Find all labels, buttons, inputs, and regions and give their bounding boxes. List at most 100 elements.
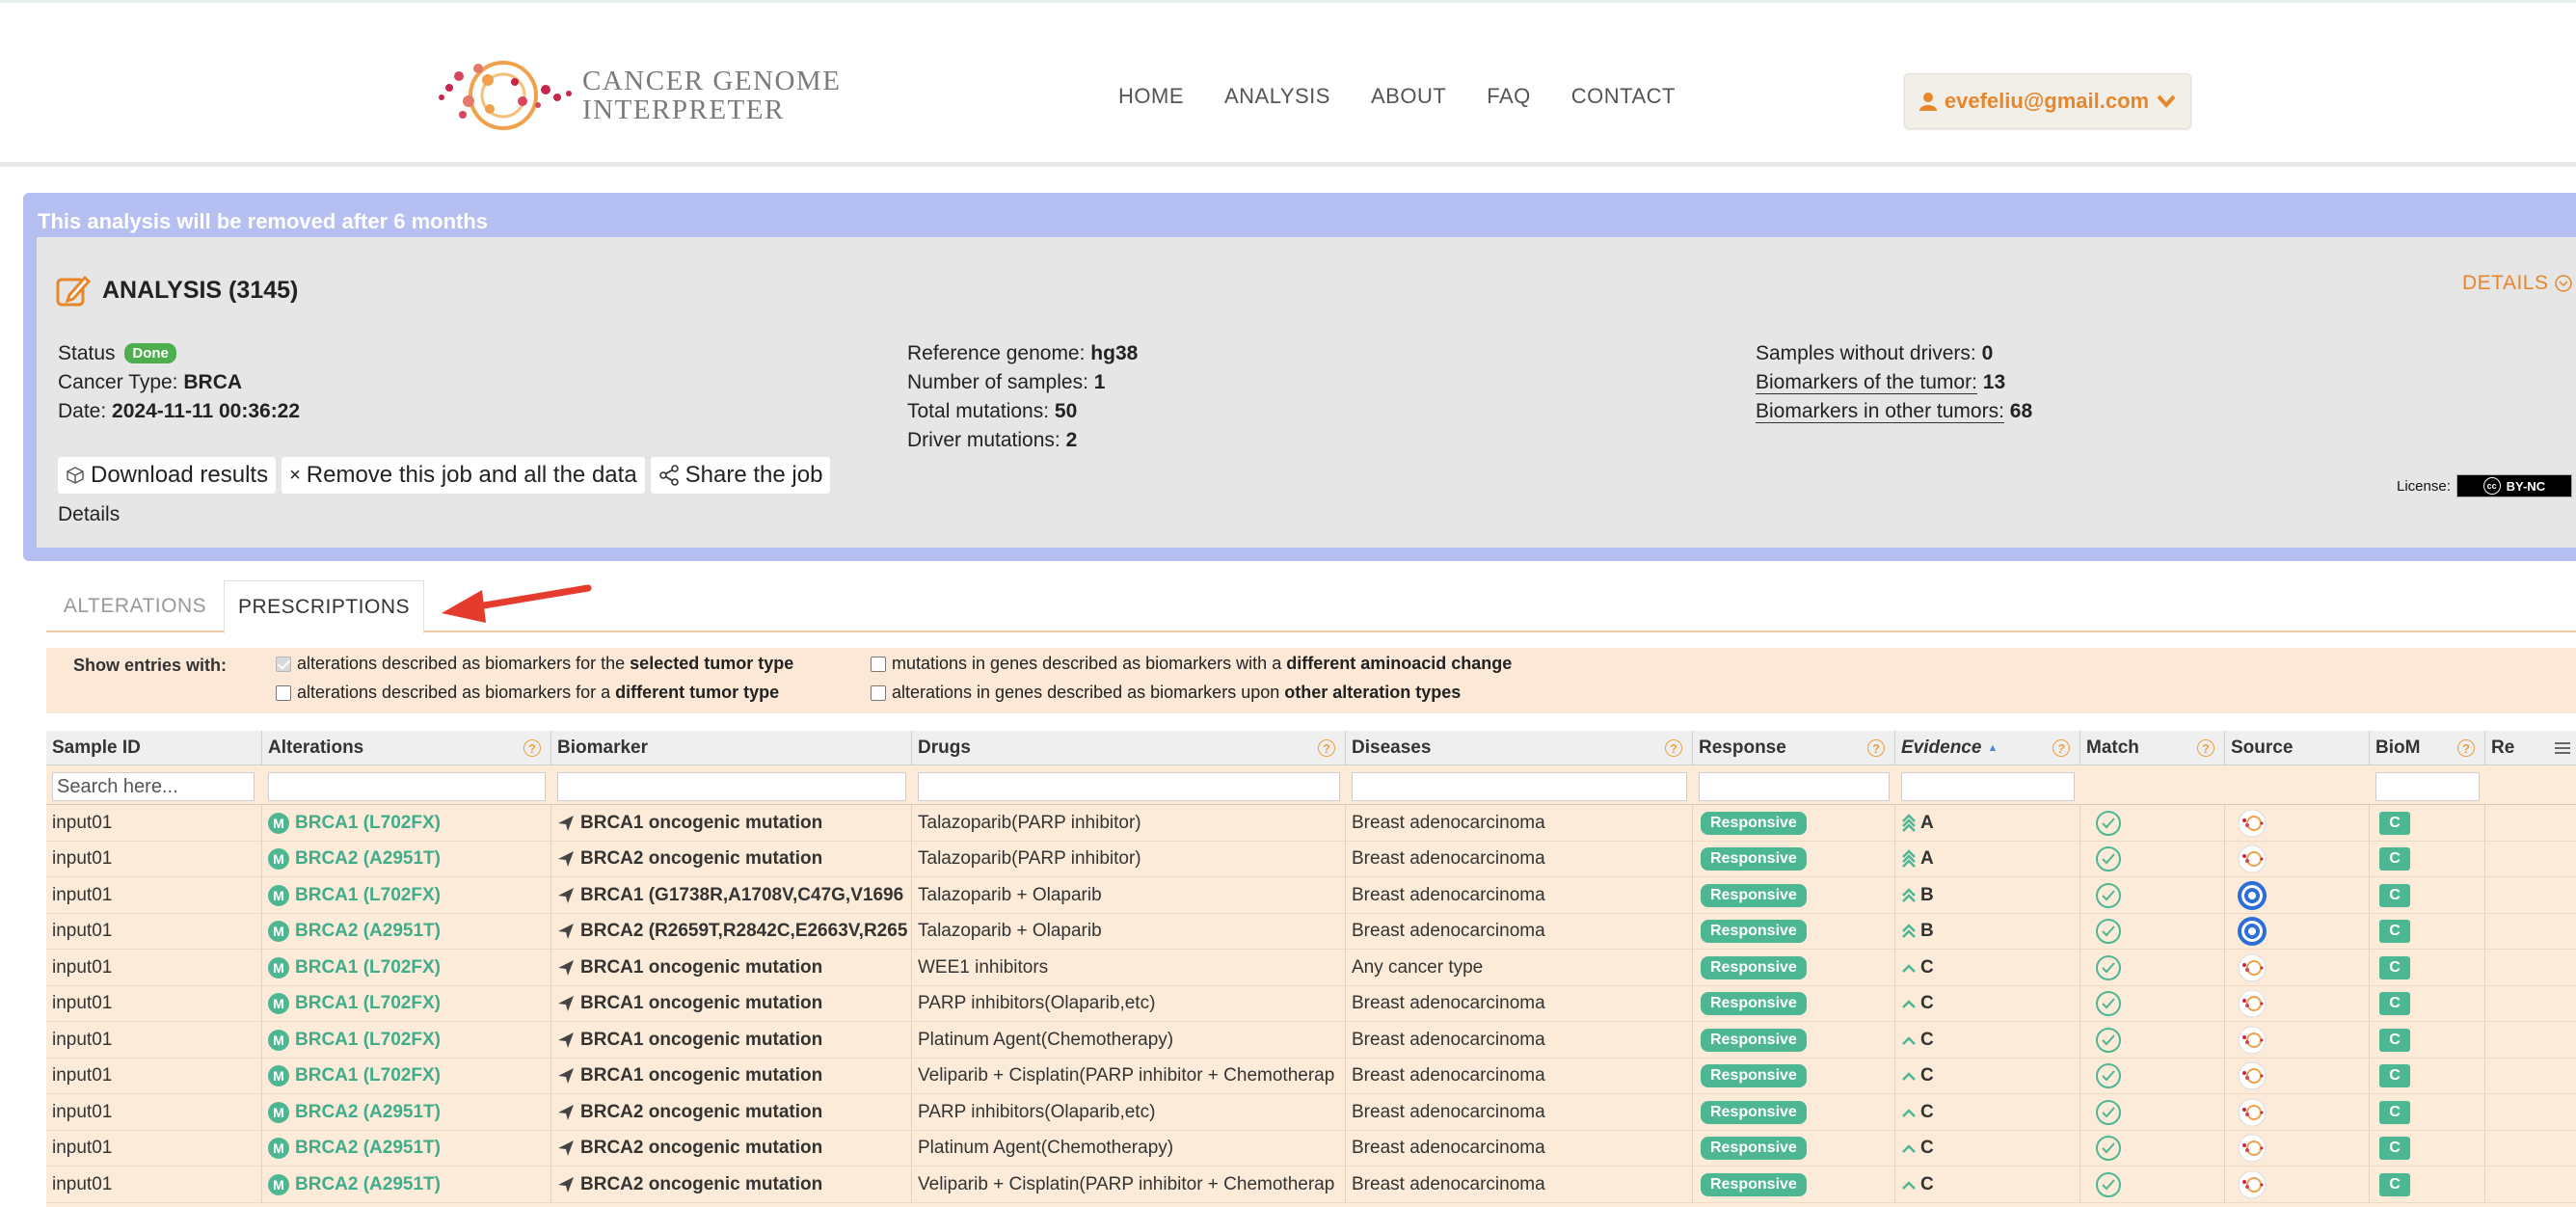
table-row[interactable]: input01 M BRCA2 (A2951T) BRCA2 oncogenic mu… — [46, 1167, 2576, 1203]
logo[interactable]: CANCER GENOME INTERPRETER — [430, 47, 854, 144]
help-icon[interactable]: ? — [1318, 739, 1335, 757]
filter-selected-tumor-bold: selected tumor type — [630, 654, 794, 673]
cell-alteration[interactable]: M BRCA1 (L702FX) — [262, 1058, 551, 1094]
drugs-filter-input[interactable] — [918, 772, 1340, 801]
table-row[interactable]: input01 M BRCA1 (L702FX) BRCA1 oncogenic mu… — [46, 950, 2576, 986]
cell-drugs: Talazoparib + Olaparib — [912, 877, 1346, 914]
biomarkers-tumor-link[interactable]: Biomarkers of the tumor: — [1756, 371, 1977, 394]
filter-other-alteration[interactable]: alterations in genes described as biomar… — [871, 683, 1461, 703]
cell-alteration[interactable]: M BRCA2 (A2951T) — [262, 841, 551, 877]
civic-icon[interactable] — [2237, 1097, 2267, 1128]
filter-different-aminoacid[interactable]: mutations in genes described as biomarke… — [871, 654, 1512, 674]
response-filter-input[interactable] — [1699, 772, 1890, 801]
table-row[interactable]: input01 M BRCA1 (L702FX) BRCA1 oncogenic mu… — [46, 1058, 2576, 1094]
col-sample-id[interactable]: Sample ID — [46, 731, 262, 765]
civic-icon[interactable] — [2237, 1025, 2267, 1056]
alteration-label: BRCA2 (A2951T) — [295, 848, 441, 870]
nav-about[interactable]: ABOUT — [1371, 84, 1446, 109]
details-label[interactable]: Details — [58, 503, 120, 526]
col-source[interactable]: Source — [2225, 731, 2370, 765]
cell-biom: C — [2370, 877, 2485, 914]
diseases-filter-input[interactable] — [1352, 772, 1687, 801]
cell-biomarker: BRCA2 oncogenic mutation — [551, 841, 912, 877]
cell-alteration[interactable]: M BRCA1 (L702FX) — [262, 1022, 551, 1059]
table-row[interactable]: input01 M BRCA1 (L702FX) BRCA1 oncogenic mu… — [46, 985, 2576, 1022]
evidence-level-c-icon — [1902, 963, 1916, 973]
help-icon[interactable]: ? — [2053, 739, 2070, 757]
checkbox[interactable] — [276, 684, 291, 701]
cell-alteration[interactable]: M BRCA1 (L702FX) — [262, 877, 551, 914]
tab-prescriptions[interactable]: PRESCRIPTIONS — [224, 580, 424, 634]
col-diseases[interactable]: Diseases? — [1346, 731, 1693, 765]
biomarkers-other-line: Biomarkers in other tumors: 68 — [1756, 397, 2032, 426]
user-menu-button[interactable]: evefeliu@gmail.com — [1904, 73, 2191, 129]
civic-icon[interactable] — [2237, 988, 2267, 1019]
total-mutations-line: Total mutations: 50 — [907, 397, 1138, 426]
biom-badge: C — [2379, 847, 2410, 872]
nav-faq[interactable]: FAQ — [1487, 84, 1531, 109]
cc-license-badge[interactable]: cc BY-NC — [2455, 474, 2572, 497]
sample-search-input[interactable] — [52, 772, 255, 801]
col-response[interactable]: Response? — [1693, 731, 1895, 765]
col-drugs[interactable]: Drugs? — [912, 731, 1346, 765]
cell-alteration[interactable]: M BRCA2 (A2951T) — [262, 1167, 551, 1203]
table-row[interactable]: input01 M BRCA2 (A2951T) BRCA2 oncogenic mu… — [46, 1094, 2576, 1131]
target-icon[interactable] — [2237, 880, 2267, 911]
table-row[interactable]: input01 M BRCA1 (L702FX) BRCA1 oncogenic mu… — [46, 805, 2576, 842]
biomarkers-other-link[interactable]: Biomarkers in other tumors: — [1756, 400, 2004, 423]
checkbox-checked[interactable] — [276, 656, 291, 672]
cell-match — [2080, 805, 2225, 842]
biomarker-filter-input[interactable] — [557, 772, 906, 801]
filter-different-tumor[interactable]: alterations described as biomarkers for … — [276, 683, 779, 703]
column-menu-icon[interactable] — [2553, 738, 2572, 758]
filter-selected-tumor[interactable]: alterations described as biomarkers for … — [276, 654, 793, 674]
help-icon[interactable]: ? — [2197, 739, 2214, 757]
col-match[interactable]: Match? — [2080, 731, 2225, 765]
cell-alteration[interactable]: M BRCA1 (L702FX) — [262, 985, 551, 1022]
details-toggle[interactable]: DETAILS — [2462, 272, 2573, 295]
col-biom[interactable]: BioM? — [2370, 731, 2485, 765]
civic-icon[interactable] — [2237, 952, 2267, 983]
download-results-button[interactable]: Download results — [58, 457, 277, 494]
help-icon[interactable]: ? — [1867, 739, 1885, 757]
table-row[interactable]: input01 M BRCA2 (A2951T) BRCA2 (R2659T,R284… — [46, 913, 2576, 950]
checkbox[interactable] — [871, 656, 886, 672]
cell-alteration[interactable]: M BRCA2 (A2951T) — [262, 1094, 551, 1131]
status-line: Status Done — [58, 339, 300, 368]
biom-filter-input[interactable] — [2375, 772, 2480, 801]
checkbox[interactable] — [871, 684, 886, 701]
alterations-filter-input[interactable] — [268, 772, 546, 801]
nav-contact[interactable]: CONTACT — [1571, 84, 1676, 109]
tab-alterations[interactable]: ALTERATIONS — [46, 580, 224, 632]
biomarker-label: BRCA1 oncogenic mutation — [580, 956, 823, 978]
share-job-button[interactable]: Share the job — [650, 457, 831, 494]
cell-alteration[interactable]: M BRCA1 (L702FX) — [262, 805, 551, 842]
biom-badge: C — [2379, 811, 2410, 835]
table-row[interactable]: input01 M BRCA2 (A2951T) BRCA2 oncogenic mu… — [46, 841, 2576, 877]
civic-icon[interactable] — [2237, 844, 2267, 874]
help-icon[interactable]: ? — [523, 739, 541, 757]
help-icon[interactable]: ? — [1665, 739, 1682, 757]
cell-alteration[interactable]: M BRCA2 (A2951T) — [262, 1130, 551, 1167]
nav-home[interactable]: HOME — [1118, 84, 1184, 109]
civic-icon[interactable] — [2237, 1133, 2267, 1164]
col-biomarker[interactable]: Biomarker — [551, 731, 912, 765]
cell-alteration[interactable]: M BRCA2 (A2951T) — [262, 913, 551, 950]
cell-re — [2485, 950, 2576, 986]
civic-icon[interactable] — [2237, 1169, 2267, 1200]
civic-icon[interactable] — [2237, 1060, 2267, 1091]
col-alterations[interactable]: Alterations? — [262, 731, 551, 765]
civic-icon[interactable] — [2237, 808, 2267, 839]
target-icon[interactable] — [2237, 916, 2267, 947]
col-evidence[interactable]: Evidence ▲? — [1895, 731, 2080, 765]
evidence-filter-input[interactable] — [1901, 772, 2075, 801]
date-value: 2024-11-11 00:36:22 — [112, 400, 301, 422]
help-icon[interactable]: ? — [2457, 739, 2475, 757]
table-row[interactable]: input01 M BRCA2 (A2951T) BRCA2 oncogenic mu… — [46, 1130, 2576, 1167]
table-row[interactable]: input01 M BRCA1 (L702FX) BRCA1 (G1738R,A170… — [46, 877, 2576, 914]
table-row[interactable]: input01 M BRCA1 (L702FX) BRCA1 oncogenic mu… — [46, 1022, 2576, 1059]
cell-sample-id: input01 — [46, 950, 262, 986]
cell-alteration[interactable]: M BRCA1 (L702FX) — [262, 950, 551, 986]
remove-job-button[interactable]: × Remove this job and all the data — [282, 457, 645, 494]
nav-analysis[interactable]: ANALYSIS — [1224, 84, 1330, 109]
